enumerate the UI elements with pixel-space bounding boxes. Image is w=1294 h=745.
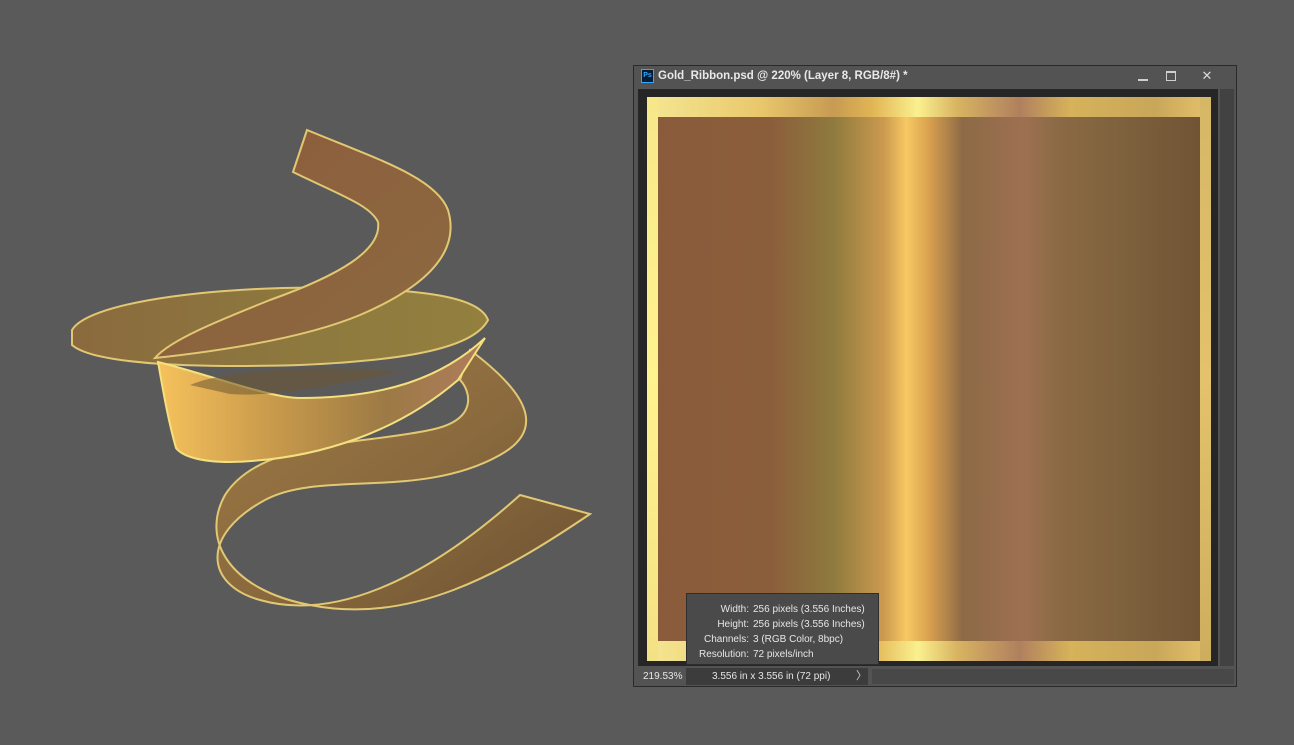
- info-row-channels: Channels: 3 (RGB Color, 8bpc): [687, 632, 878, 647]
- status-bar: 219.53% 3.556 in x 3.556 in (72 ppi) 〉: [634, 667, 1236, 686]
- resolution-value: 72 pixels/inch: [753, 649, 814, 660]
- texture-border-left: [647, 97, 658, 661]
- close-button[interactable]: ✕: [1193, 66, 1221, 86]
- vertical-scrollbar[interactable]: [1220, 89, 1234, 666]
- info-row-height: Height: 256 pixels (3.556 Inches): [687, 617, 878, 632]
- document-title: Gold_Ribbon.psd @ 220% (Layer 8, RGB/8#)…: [658, 70, 908, 82]
- width-value: 256 pixels (3.556 Inches): [753, 604, 865, 615]
- height-value: 256 pixels (3.556 Inches): [753, 619, 865, 630]
- canvas-area[interactable]: [638, 89, 1218, 666]
- ribbon-inner-shadow: [190, 368, 400, 395]
- ribbon-3d-preview: [71, 128, 593, 611]
- texture-border-top: [647, 97, 1211, 117]
- document-info-popup: Width: 256 pixels (3.556 Inches) Height:…: [686, 593, 879, 665]
- title-bar[interactable]: Ps Gold_Ribbon.psd @ 220% (Layer 8, RGB/…: [634, 66, 1236, 88]
- close-icon: ✕: [1201, 68, 1213, 83]
- resolution-label: Resolution:: [698, 649, 749, 660]
- zoom-level-field[interactable]: 219.53%: [638, 669, 687, 684]
- status-menu-arrow-icon[interactable]: 〉: [856, 668, 867, 685]
- info-row-width: Width: 256 pixels (3.556 Inches): [687, 602, 878, 617]
- maximize-button[interactable]: [1157, 66, 1185, 86]
- ribbon-texture-image[interactable]: [647, 97, 1211, 661]
- document-size-readout[interactable]: 3.556 in x 3.556 in (72 ppi): [686, 668, 868, 685]
- minimize-icon: [1138, 79, 1148, 81]
- info-row-resolution: Resolution: 72 pixels/inch: [687, 647, 878, 662]
- photoshop-icon: Ps: [641, 69, 654, 83]
- texture-border-right: [1200, 97, 1211, 661]
- channels-value: 3 (RGB Color, 8bpc): [753, 634, 844, 645]
- maximize-icon: [1166, 71, 1176, 81]
- minimize-button[interactable]: [1129, 66, 1157, 86]
- channels-label: Channels:: [703, 634, 749, 645]
- width-label: Width:: [720, 604, 749, 615]
- height-label: Height:: [717, 619, 749, 630]
- horizontal-scrollbar[interactable]: [872, 669, 1234, 684]
